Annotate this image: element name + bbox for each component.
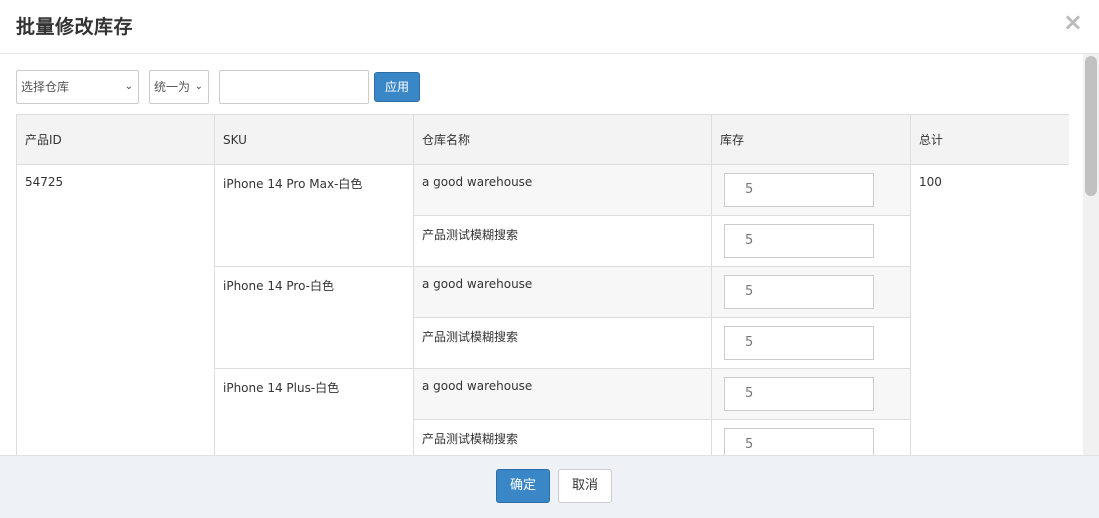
- sku-cell: iPhone 14 Plus-白色: [214, 368, 414, 455]
- stock-input[interactable]: 5: [724, 224, 874, 258]
- table-row: 54725 iPhone 14 Pro Max-白色 a good wareho…: [16, 164, 1069, 455]
- vertical-scrollbar[interactable]: [1083, 54, 1099, 455]
- modal-title: 批量修改库存: [16, 16, 134, 38]
- modal-footer: 确定 取消: [0, 455, 1099, 518]
- total-cell: 100: [910, 164, 1069, 455]
- cancel-button[interactable]: 取消: [558, 469, 612, 503]
- mode-select[interactable]: 统一为 ⌄: [149, 70, 209, 104]
- stock-cell: 5: [711, 266, 911, 318]
- warehouse-cell: 产品测试模糊搜索: [413, 317, 712, 369]
- stock-input[interactable]: 5: [724, 173, 874, 207]
- chevron-down-icon: ⌄: [124, 81, 133, 92]
- close-icon[interactable]: ×: [1063, 10, 1083, 34]
- apply-button[interactable]: 应用: [374, 72, 420, 102]
- stock-cell: 5: [711, 419, 911, 455]
- warehouse-cell: a good warehouse: [413, 266, 712, 318]
- stock-cell: 5: [711, 317, 911, 369]
- header-sku: SKU: [214, 114, 414, 165]
- stock-input[interactable]: 5: [724, 275, 874, 309]
- stock-input[interactable]: 5: [724, 428, 874, 455]
- warehouse-cell: 产品测试模糊搜索: [413, 215, 712, 267]
- sku-cell: iPhone 14 Pro Max-白色: [214, 164, 414, 267]
- header-warehouse: 仓库名称: [413, 114, 712, 165]
- warehouse-cell: a good warehouse: [413, 368, 712, 420]
- sku-cell: iPhone 14 Pro-白色: [214, 266, 414, 369]
- mode-select-value: 统一为: [154, 80, 191, 94]
- header-total: 总计: [910, 114, 1069, 165]
- modal-header: 批量修改库存 ×: [0, 0, 1099, 54]
- uniform-value-input[interactable]: [219, 70, 369, 104]
- header-stock: 库存: [711, 114, 911, 165]
- warehouse-select[interactable]: 选择仓库 ⌄: [16, 70, 139, 104]
- stock-input[interactable]: 5: [724, 377, 874, 411]
- stock-cell: 5: [711, 215, 911, 267]
- chevron-down-icon: ⌄: [194, 81, 203, 92]
- batch-stock-modal: 批量修改库存 × 选择仓库 ⌄ 统一为 ⌄ 应用 产品ID SKU 仓库名称 库…: [0, 0, 1099, 518]
- header-product-id: 产品ID: [16, 114, 215, 165]
- stock-table-container: 产品ID SKU 仓库名称 库存 总计 54725 iPhone 14 Pro …: [16, 114, 1069, 455]
- warehouse-cell: 产品测试模糊搜索: [413, 419, 712, 455]
- stock-cell: 5: [711, 164, 911, 216]
- table-header-row: 产品ID SKU 仓库名称 库存 总计: [16, 114, 1069, 165]
- warehouse-select-value: 选择仓库: [21, 80, 70, 94]
- stock-table: 产品ID SKU 仓库名称 库存 总计 54725 iPhone 14 Pro …: [16, 114, 1069, 455]
- stock-cell: 5: [711, 368, 911, 420]
- confirm-button[interactable]: 确定: [496, 469, 550, 503]
- product-id-cell: 54725: [16, 164, 215, 455]
- stock-input[interactable]: 5: [724, 326, 874, 360]
- warehouse-cell: a good warehouse: [413, 164, 712, 216]
- scrollbar-thumb[interactable]: [1085, 56, 1097, 196]
